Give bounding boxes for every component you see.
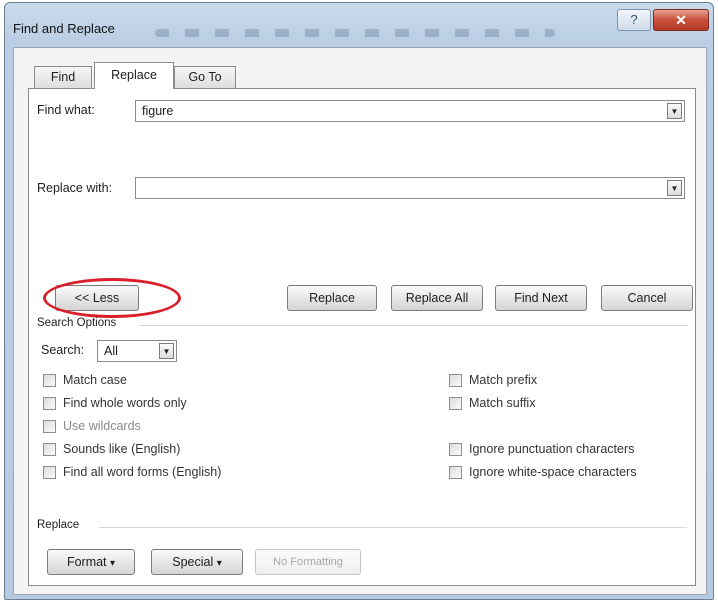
replace-with-combobox[interactable]: ▼ xyxy=(135,177,685,199)
search-options-group: Search Options xyxy=(37,317,687,331)
replace-tab-panel: Find what: figure ▼ Replace with: ▼ << L… xyxy=(28,88,696,586)
dropdown-arrow-icon: ▾ xyxy=(110,558,116,569)
tab-go-to[interactable]: Go To xyxy=(174,66,236,88)
find-what-value: figure xyxy=(142,104,174,118)
checkbox-box[interactable] xyxy=(43,420,56,433)
dialog-body: Find Replace Go To Find what: figure ▼ R… xyxy=(13,47,707,595)
no-formatting-button[interactable]: No Formatting xyxy=(255,549,361,575)
find-replace-dialog: Find and Replace ? ✕ Find Replace Go To … xyxy=(4,2,714,600)
replace-all-button[interactable]: Replace All xyxy=(391,285,483,311)
help-button[interactable]: ? xyxy=(617,9,651,31)
search-label: Search: xyxy=(41,343,85,357)
checkbox-box[interactable] xyxy=(43,397,56,410)
checkbox-box[interactable] xyxy=(43,443,56,456)
chevron-down-icon[interactable]: ▼ xyxy=(667,103,682,119)
dropdown-arrow-icon: ▾ xyxy=(216,558,222,569)
section-divider xyxy=(99,527,687,528)
highlight-ring xyxy=(43,278,181,318)
title-bar[interactable]: Find and Replace ? ✕ xyxy=(5,3,713,47)
replace-heading: Replace xyxy=(37,519,80,531)
window-title: Find and Replace xyxy=(13,21,115,36)
chevron-down-icon[interactable]: ▼ xyxy=(667,180,682,196)
search-direction-select[interactable]: All ▼ xyxy=(97,340,177,362)
find-what-combobox[interactable]: figure ▼ xyxy=(135,100,685,122)
replace-button[interactable]: Replace xyxy=(287,285,377,311)
title-bar-decoration xyxy=(155,29,555,37)
format-menu-button[interactable]: Format ▾ xyxy=(47,549,135,575)
whole-words-label: Find whole words only xyxy=(63,396,187,410)
special-label: Special xyxy=(172,555,214,569)
find-next-button[interactable]: Find Next xyxy=(495,285,587,311)
format-label: Format xyxy=(66,555,107,569)
find-what-label: Find what: xyxy=(37,103,95,117)
use-wildcards-label: Use wildcards xyxy=(63,419,141,433)
checkbox-box[interactable] xyxy=(43,374,56,387)
word-forms-label: Find all word forms (English) xyxy=(63,465,222,479)
tab-replace[interactable]: Replace xyxy=(94,62,174,89)
match-prefix-label: Match prefix xyxy=(469,373,538,387)
ignore-punctuation-label: Ignore punctuation characters xyxy=(469,442,635,456)
match-suffix-label: Match suffix xyxy=(469,396,536,410)
checkbox-box[interactable] xyxy=(449,374,462,387)
sounds-like-label: Sounds like (English) xyxy=(63,442,181,456)
tab-find[interactable]: Find xyxy=(34,66,92,88)
checkbox-box[interactable] xyxy=(449,466,462,479)
replace-group: Replace xyxy=(37,519,687,533)
checkbox-box[interactable] xyxy=(449,397,462,410)
replace-with-label: Replace with: xyxy=(37,181,113,195)
section-divider xyxy=(139,325,687,326)
special-menu-button[interactable]: Special ▾ xyxy=(151,549,243,575)
match-case-label: Match case xyxy=(63,373,127,387)
search-direction-value: All xyxy=(104,344,118,358)
cancel-button[interactable]: Cancel xyxy=(601,285,693,311)
ignore-whitespace-label: Ignore white-space characters xyxy=(469,465,637,479)
close-button[interactable]: ✕ xyxy=(653,9,709,31)
chevron-down-icon[interactable]: ▼ xyxy=(159,343,174,359)
search-options-heading: Search Options xyxy=(37,317,117,329)
checkbox-box[interactable] xyxy=(449,443,462,456)
checkbox-box[interactable] xyxy=(43,466,56,479)
